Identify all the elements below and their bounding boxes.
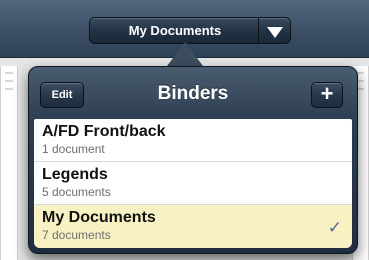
binder-row-selected[interactable]: My Documents 7 documents ✓ (34, 205, 352, 248)
binder-count: 5 documents (42, 185, 111, 199)
checkmark-icon: ✓ (327, 218, 342, 237)
add-binder-button[interactable]: + (311, 82, 343, 108)
popover-header: Edit Binders + (29, 67, 357, 119)
document-page-left (0, 66, 18, 260)
binder-count: 1 document (42, 142, 105, 156)
binder-name: A/FD Front/back (42, 123, 166, 140)
binder-dropdown-button[interactable] (258, 17, 291, 44)
triangle-down-icon (267, 27, 283, 38)
binder-count: 7 documents (42, 228, 111, 242)
binder-name: My Documents (42, 209, 156, 226)
popover-pointer (167, 42, 203, 66)
binder-row[interactable]: Legends 5 documents (34, 162, 352, 205)
popover-title: Binders (157, 83, 229, 104)
binder-selector-button[interactable]: My Documents (89, 17, 261, 44)
binder-name: Legends (42, 166, 108, 183)
binders-popover: Edit Binders + A/FD Front/back 1 documen… (28, 66, 358, 254)
binder-list: A/FD Front/back 1 document Legends 5 doc… (34, 119, 352, 248)
binder-row[interactable]: A/FD Front/back 1 document (34, 119, 352, 162)
